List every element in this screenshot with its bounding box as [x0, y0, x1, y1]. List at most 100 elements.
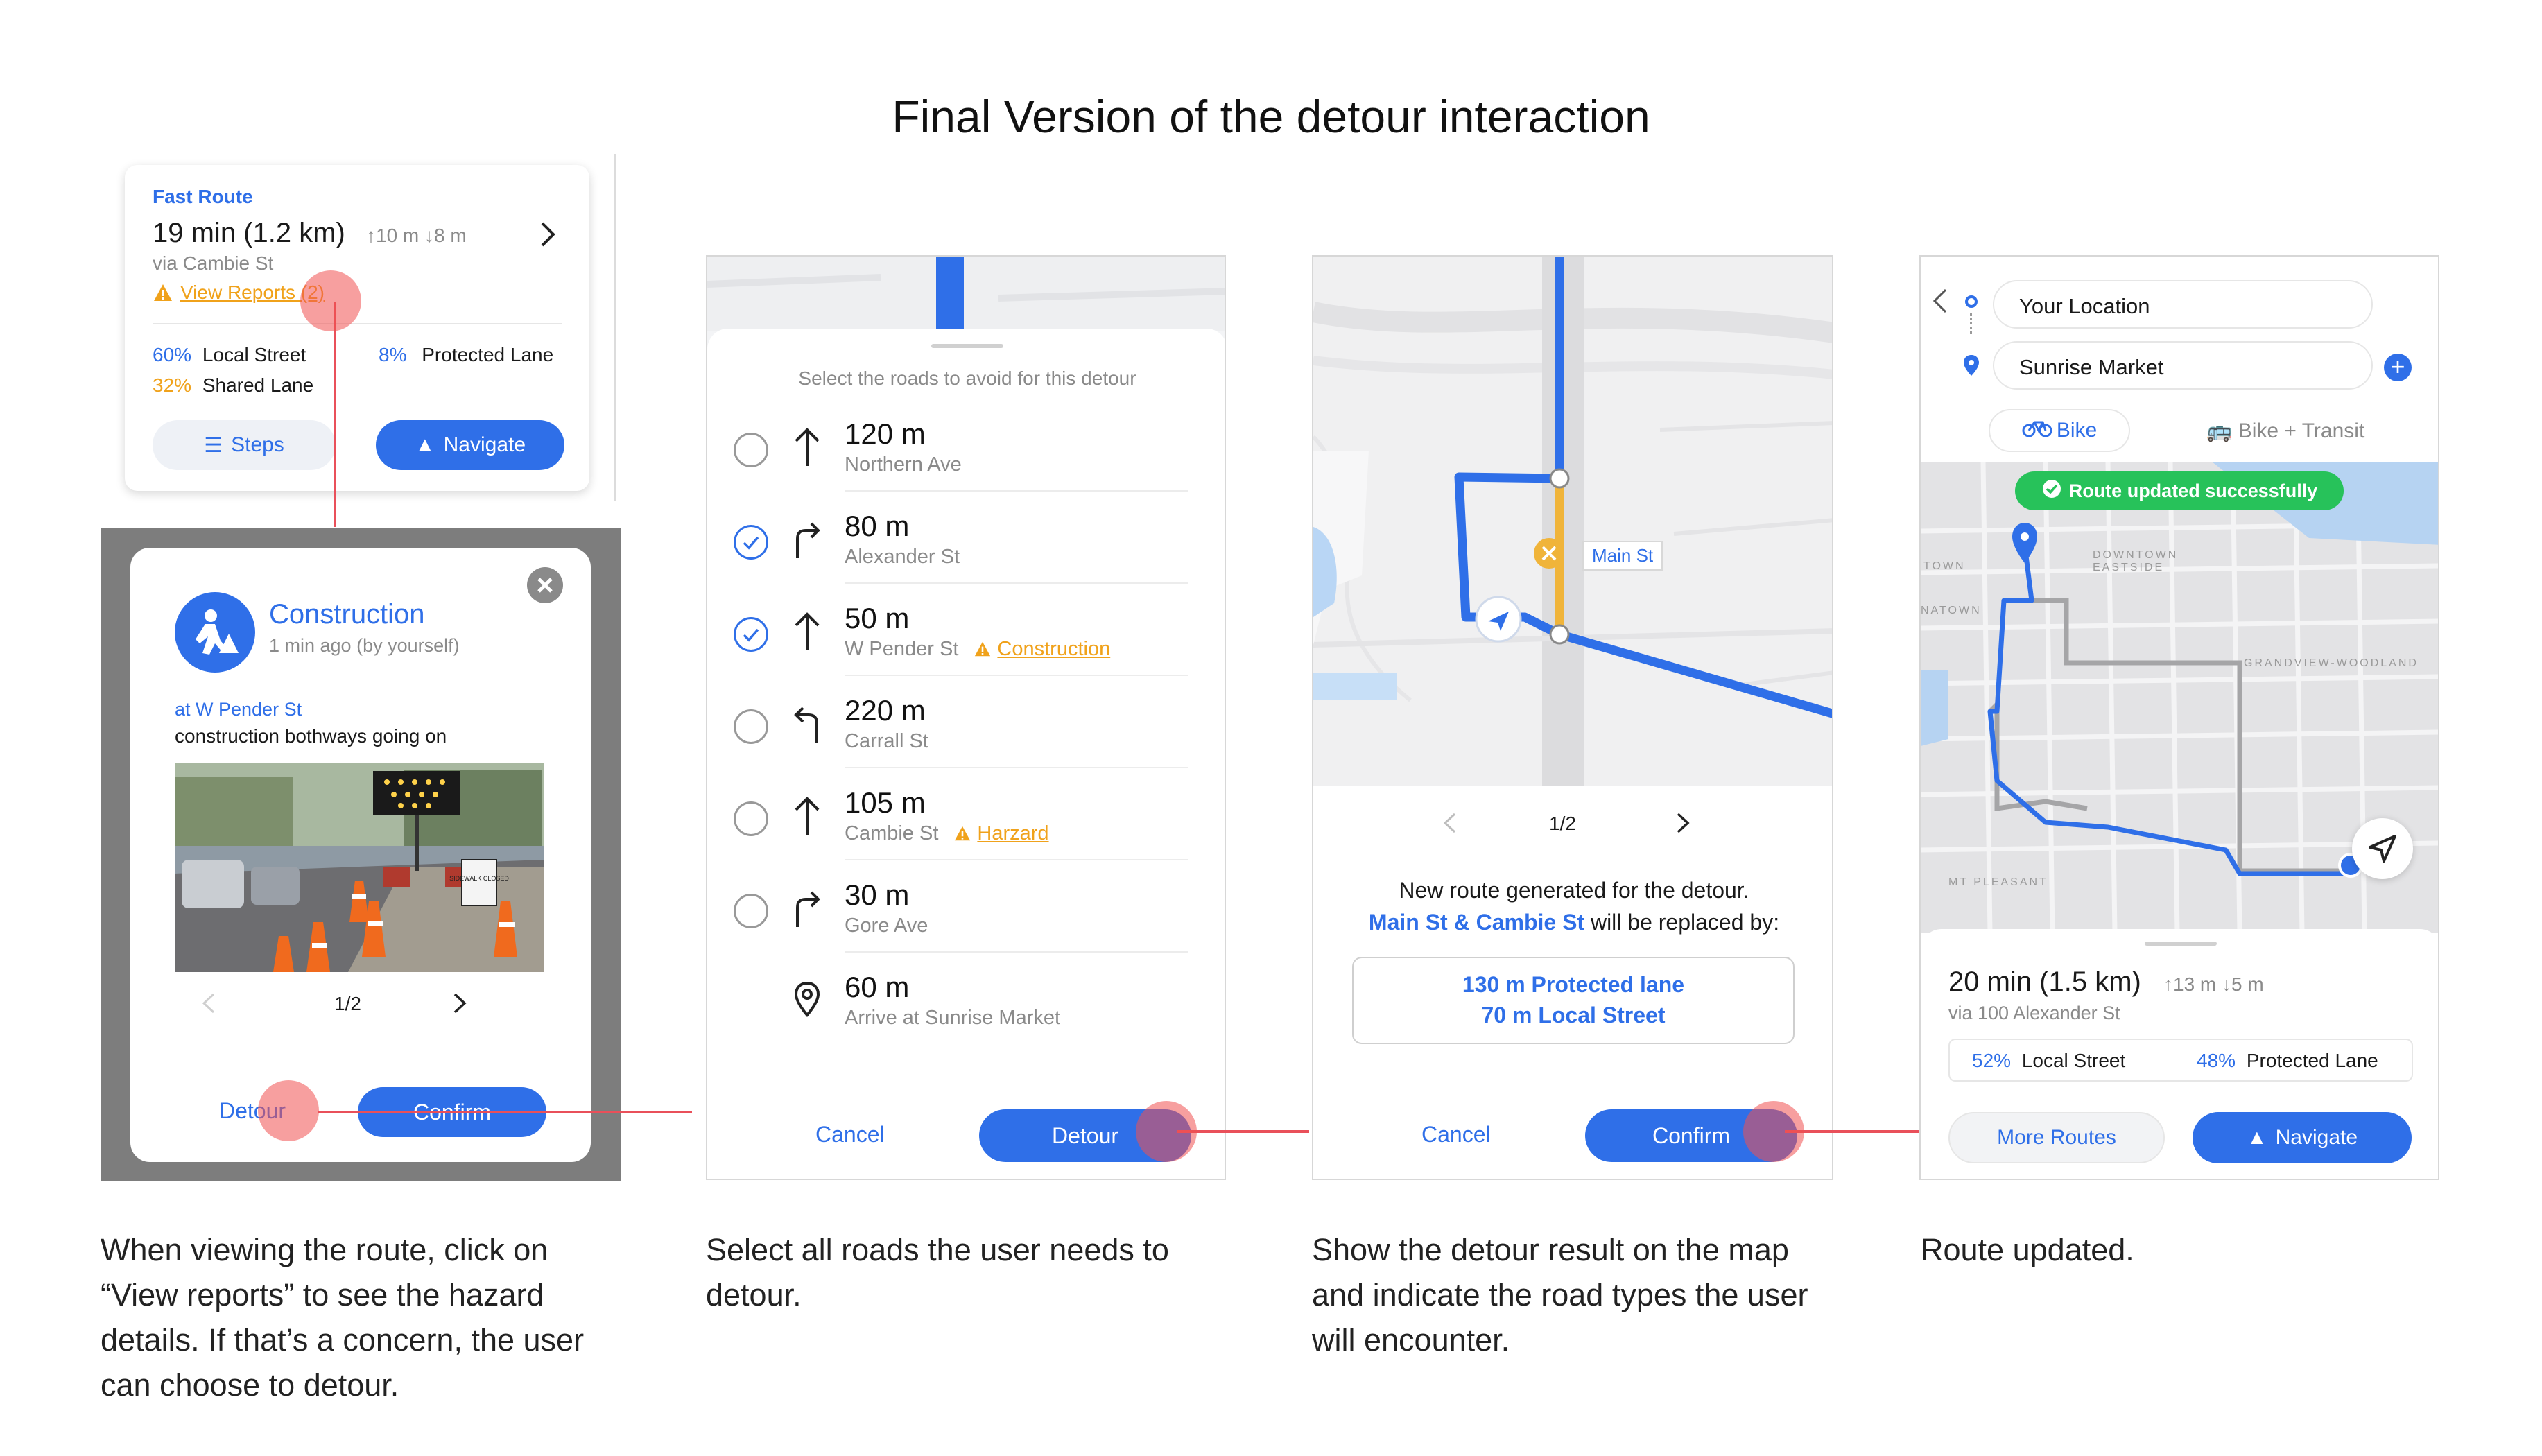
- road-row[interactable]: 50 m W Pender St Construction: [707, 584, 1225, 676]
- map-label: MT PLEASANT: [1948, 876, 2048, 888]
- detour-selection-screen: Select the roads to avoid for this detou…: [706, 255, 1226, 1180]
- navigate-button[interactable]: ▲ Navigate: [376, 420, 564, 470]
- road-row[interactable]: 120 m Northern Ave: [707, 399, 1225, 492]
- replacement-line-1: 130 m Protected lane: [1462, 972, 1685, 997]
- stat-protected-lane: 8% Protected Lane: [379, 344, 553, 366]
- origin-input[interactable]: Your Location: [1993, 280, 2373, 329]
- chevron-left-icon[interactable]: [1439, 811, 1460, 835]
- add-stop-icon[interactable]: +: [2384, 354, 2412, 381]
- chevron-right-icon[interactable]: [449, 991, 470, 1015]
- turn-right-icon: [786, 515, 828, 567]
- photo-pager: 1/2: [334, 993, 361, 1014]
- map-strip: [707, 257, 1225, 331]
- stat-shared-lane: 32% Shared Lane: [153, 374, 313, 397]
- stat-pct: 48%: [2197, 1050, 2236, 1071]
- card-divider-line: [614, 154, 616, 501]
- construction-icon: [175, 592, 255, 673]
- replaced-text: will be replaced by:: [1584, 910, 1780, 935]
- caption-step-1: When viewing the route, click on “View r…: [101, 1232, 585, 1403]
- mode-transit-label: Bike + Transit: [2238, 419, 2365, 442]
- locate-me-button[interactable]: [2352, 818, 2413, 879]
- chevron-right-icon[interactable]: [534, 220, 562, 248]
- unchecked-circle-icon[interactable]: [734, 709, 768, 744]
- stat-pct: 32%: [153, 374, 192, 396]
- route-sheet: 20 min (1.5 km) ↑13 m ↓5 m via 100 Alexa…: [1921, 929, 2438, 1179]
- stat-protected-lane: 48% Protected Lane: [2197, 1050, 2378, 1072]
- checked-circle-icon[interactable]: [734, 617, 768, 652]
- connector-line: [334, 302, 336, 527]
- stat-label: Local Street: [202, 344, 306, 365]
- stat-local-street: 52% Local Street: [1972, 1050, 2125, 1072]
- stat-pct: 60%: [153, 344, 192, 365]
- chevron-right-icon[interactable]: [1672, 811, 1693, 835]
- road-distance: 50 m: [845, 602, 910, 634]
- road-row[interactable]: 80 m Alexander St: [707, 492, 1225, 584]
- back-icon[interactable]: [1930, 287, 1950, 315]
- destination-value: Sunrise Market: [2019, 355, 2164, 379]
- hazard-popup: Construction 1 min ago (by yourself) at …: [130, 548, 591, 1162]
- destination-pin-icon: [1962, 354, 1980, 377]
- cancel-button[interactable]: Cancel: [815, 1122, 885, 1147]
- warning-icon: [953, 822, 971, 844]
- road-street: Arrive at Sunrise Market: [845, 1007, 1060, 1030]
- road-street: W Pender St Construction: [845, 638, 1110, 661]
- road-row[interactable]: 30 m Gore Ave: [707, 860, 1225, 953]
- unchecked-circle-icon[interactable]: [734, 894, 768, 928]
- destination-pin-icon: [786, 976, 828, 1028]
- check-circle-icon: [2041, 478, 2062, 504]
- checked-circle-icon[interactable]: [734, 525, 768, 560]
- unchecked-circle-icon[interactable]: [734, 433, 768, 467]
- result-pager: 1/2: [1549, 813, 1576, 834]
- navigation-arrow-icon: ▲: [414, 433, 435, 456]
- warning-icon: [153, 283, 173, 302]
- stat-label: Shared Lane: [202, 374, 314, 396]
- route-dots: [1970, 313, 1975, 334]
- road-distance: 80 m: [845, 510, 910, 542]
- close-icon[interactable]: [527, 567, 563, 603]
- road-distance: 220 m: [845, 694, 926, 727]
- hazard-link[interactable]: Harzard: [977, 822, 1048, 844]
- navigation-arrow-icon: ▲: [2246, 1126, 2267, 1149]
- mode-bike-label: Bike: [2056, 419, 2098, 442]
- connector-line: [1177, 1130, 1309, 1133]
- hazard-link[interactable]: Construction: [997, 638, 1110, 660]
- navigate-button[interactable]: ▲ Navigate: [2193, 1112, 2412, 1163]
- road-row[interactable]: 220 m Carrall St: [707, 676, 1225, 768]
- replaced-roads: Main St & Cambie St: [1368, 910, 1585, 935]
- mode-bike-tab[interactable]: Bike: [1989, 409, 2130, 452]
- tap-hotspot: [258, 1080, 319, 1141]
- turn-right-icon: [786, 884, 828, 936]
- road-row[interactable]: 105 m Cambie St Harzard: [707, 768, 1225, 860]
- origin-icon: [1965, 295, 1978, 308]
- straight-arrow-icon: [786, 607, 828, 659]
- unchecked-circle-icon[interactable]: [734, 801, 768, 836]
- warning-icon: [974, 638, 992, 660]
- bottom-sheet: Select the roads to avoid for this detou…: [707, 329, 1225, 1179]
- detour-result-screen: Main St 1/2 New route generated for the …: [1312, 255, 1833, 1180]
- chevron-left-icon[interactable]: [198, 991, 219, 1015]
- turn-left-icon: [786, 700, 828, 752]
- road-distance: 105 m: [845, 786, 926, 819]
- steps-button[interactable]: ☰ Steps: [153, 420, 336, 470]
- street-name: W Pender St: [845, 638, 959, 660]
- tap-hotspot: [300, 270, 361, 331]
- hazard-type: Construction: [269, 599, 425, 630]
- page-title: Final Version of the detour interaction: [892, 91, 1650, 142]
- result-message-line2: Main St & Cambie St will be replaced by:: [1313, 910, 1832, 935]
- stat-local-street: 60% Local Street: [153, 344, 306, 366]
- road-row[interactable]: 60 m Arrive at Sunrise Market: [707, 953, 1225, 1045]
- map-label: TOWN: [1923, 560, 1966, 572]
- caption-step-3: Show the detour result on the map and in…: [1312, 1232, 1808, 1358]
- bike-icon: [2022, 418, 2052, 443]
- hazard-location: at W Pender St: [175, 699, 302, 720]
- street-name: Gore Ave: [845, 915, 928, 937]
- route-via: via 100 Alexander St: [1948, 1003, 2120, 1023]
- map-label: GRANDVIEW-WOODLAND: [2244, 657, 2419, 669]
- destination-input[interactable]: Sunrise Market: [1993, 341, 2373, 390]
- more-routes-button[interactable]: More Routes: [1948, 1112, 2165, 1163]
- cancel-button[interactable]: Cancel: [1421, 1122, 1491, 1147]
- route-summary-card: Fast Route 19 min (1.2 km) ↑10 m ↓8 m vi…: [125, 165, 589, 491]
- route-time: 19 min (1.2 km): [153, 218, 345, 248]
- mode-transit-tab[interactable]: 🚌 Bike + Transit: [2206, 419, 2364, 443]
- street-name: Northern Ave: [845, 453, 962, 476]
